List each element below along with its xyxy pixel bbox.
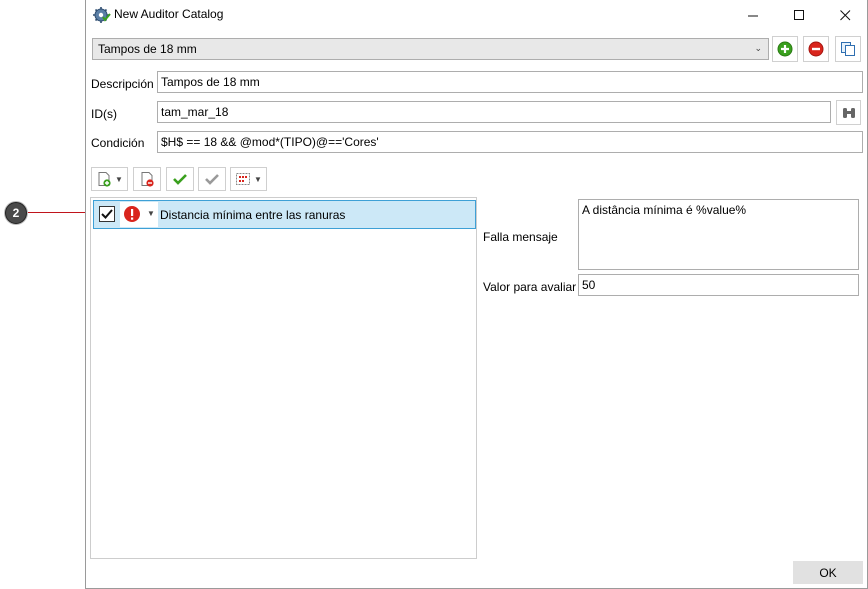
ids-label: ID(s) (91, 107, 117, 121)
list-item[interactable]: ▼ Distancia mínima entre las ranuras (93, 200, 476, 229)
remove-catalog-button[interactable] (803, 36, 829, 62)
binoculars-icon (842, 107, 855, 118)
green-check-icon (173, 174, 187, 185)
condicion-field[interactable]: $H$ == 18 && @mod*(TIPO)@=='Cores' (157, 131, 863, 153)
grid-icon (236, 173, 251, 185)
remove-rule-button[interactable] (133, 167, 161, 191)
maximize-icon (793, 9, 804, 20)
document-remove-icon (141, 172, 154, 187)
gray-check-icon (205, 174, 219, 185)
falla-message-field[interactable]: A distância mínima é %value% (578, 199, 859, 270)
ok-button[interactable]: OK (793, 561, 863, 584)
uncheck-all-button[interactable] (198, 167, 226, 191)
severity-dropdown-icon: ▼ (147, 209, 155, 218)
falla-label: Falla mensaje (483, 230, 558, 244)
window-title: New Auditor Catalog (114, 7, 224, 21)
close-icon (839, 9, 850, 20)
dropdown-arrow-icon: ▼ (254, 174, 262, 184)
error-icon (124, 206, 140, 222)
catalog-select-value: Tampos de 18 mm (98, 42, 197, 56)
search-ids-button[interactable] (836, 100, 861, 125)
add-icon (777, 41, 793, 57)
new-document-add-icon (98, 172, 111, 187)
check-all-button[interactable] (166, 167, 194, 191)
chevron-down-icon: ⌄ (754, 43, 762, 53)
grid-options-button[interactable]: ▼ (230, 167, 267, 191)
minimize-icon (747, 15, 758, 16)
dropdown-arrow-icon: ▼ (115, 174, 123, 184)
add-catalog-button[interactable] (772, 36, 798, 62)
maximize-button[interactable] (776, 0, 822, 30)
callout-badge: 2 (5, 202, 27, 224)
checkmark-icon (101, 209, 113, 219)
add-rule-button[interactable]: ▼ (91, 167, 128, 191)
title-bar: New Auditor Catalog (86, 0, 867, 30)
copy-catalog-button[interactable] (835, 36, 861, 62)
descripcion-field[interactable]: Tampos de 18 mm (157, 71, 863, 93)
app-gear-icon (93, 6, 111, 24)
remove-icon (808, 41, 824, 57)
copy-icon (841, 42, 855, 56)
rule-checkbox[interactable] (99, 206, 115, 222)
condicion-label: Condición (91, 136, 145, 150)
minimize-button[interactable] (730, 0, 776, 30)
descripcion-label: Descripción (91, 77, 154, 91)
valor-label: Valor para avaliar (483, 280, 577, 294)
severity-selector[interactable]: ▼ (120, 202, 158, 227)
catalog-select[interactable]: Tampos de 18 mm ⌄ (92, 38, 769, 60)
dialog-window: New Auditor Catalog Tampos de 18 mm ⌄ De… (85, 0, 868, 589)
ids-field[interactable]: tam_mar_18 (157, 101, 831, 123)
close-button[interactable] (822, 0, 868, 30)
rules-list[interactable]: ▼ Distancia mínima entre las ranuras (90, 197, 477, 559)
rule-label: Distancia mínima entre las ranuras (160, 208, 346, 222)
valor-field[interactable]: 50 (578, 274, 859, 296)
